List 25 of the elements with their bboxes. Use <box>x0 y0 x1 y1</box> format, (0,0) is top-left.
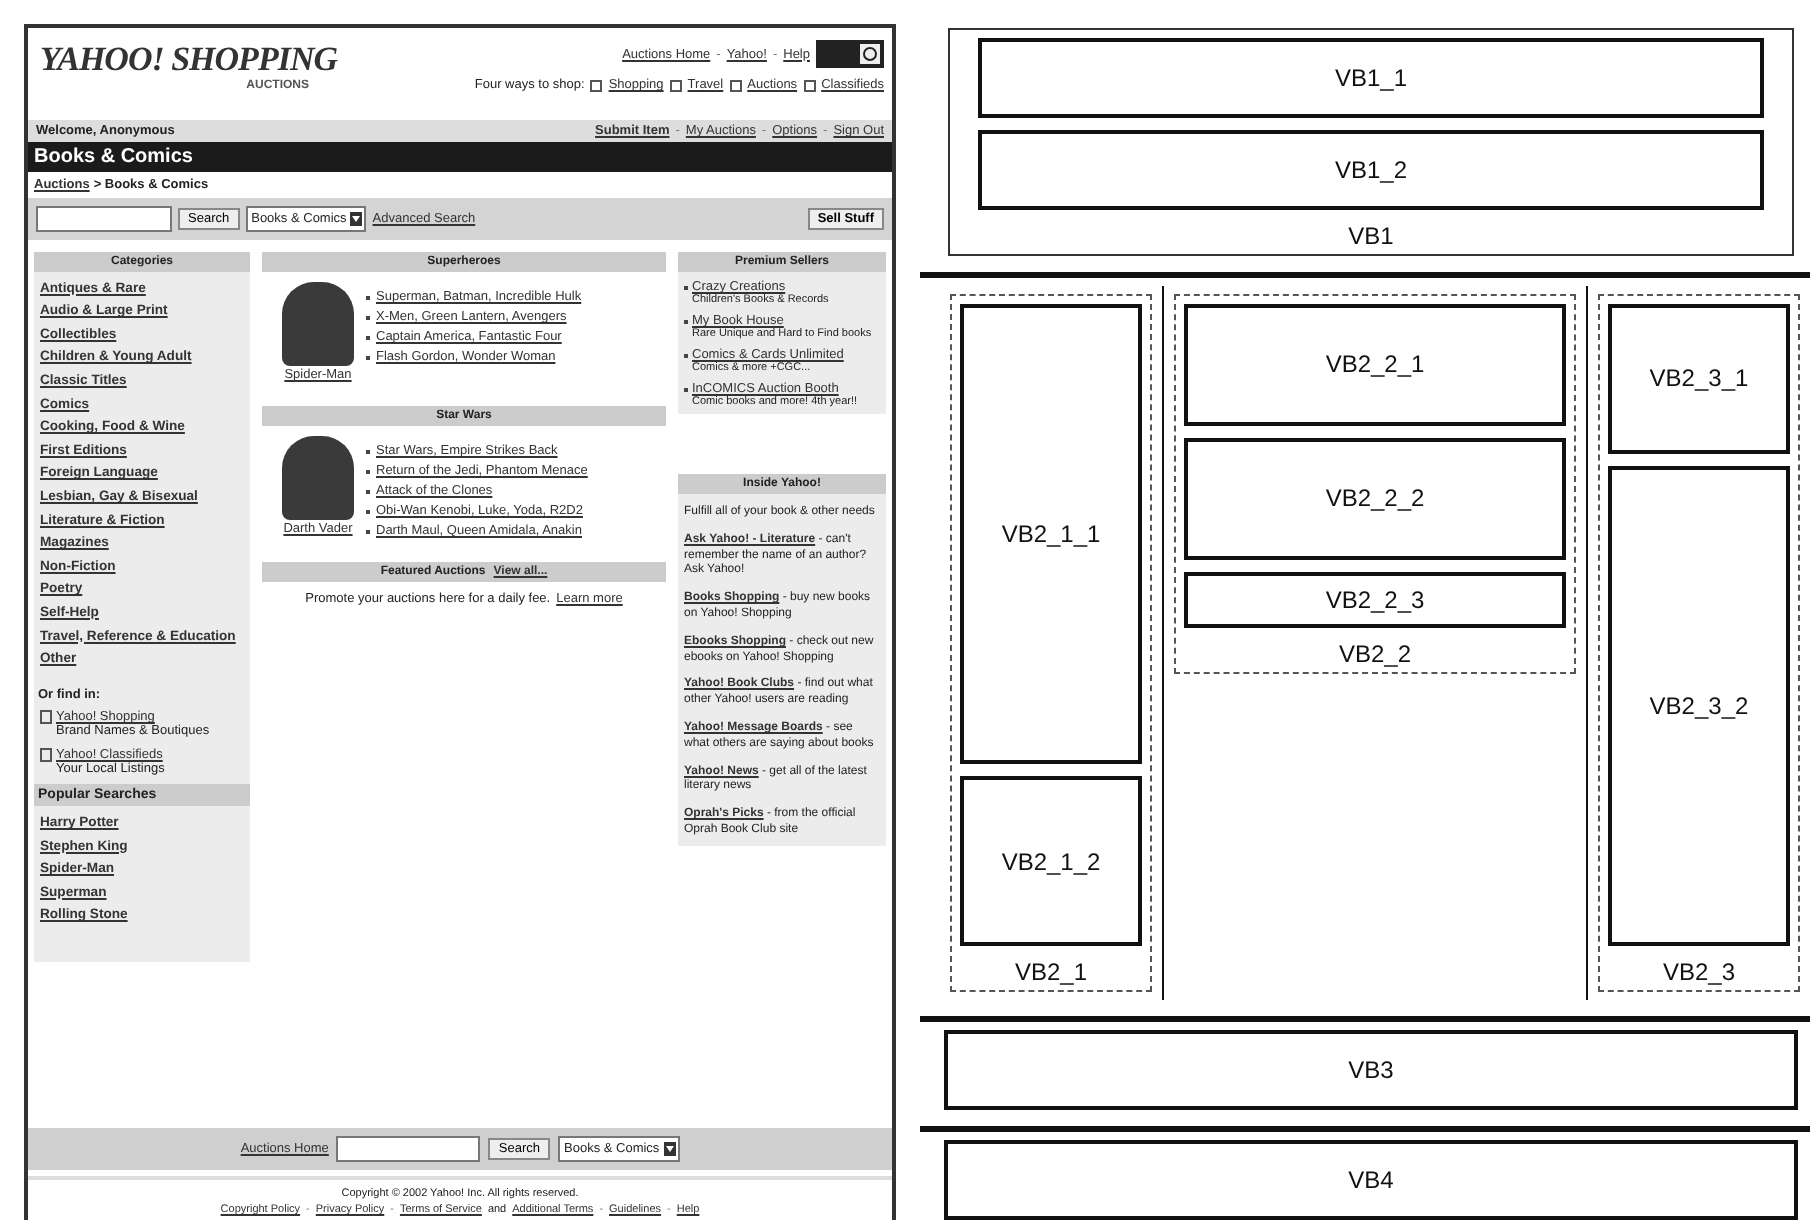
page-icon <box>40 710 52 725</box>
block-box: VB2_1_1 <box>960 303 1143 765</box>
block-label: VB2_2 <box>1336 639 1414 668</box>
dropdown-arrow-icon <box>663 1142 676 1156</box>
search-field[interactable] <box>336 1136 481 1162</box>
block-box: VB2_2_3 <box>1184 571 1566 628</box>
block-box: VB2_3_1 <box>1607 303 1791 454</box>
dropdown-arrow-icon <box>350 212 363 226</box>
photo-placeholder <box>282 436 354 520</box>
page-title: Books & Comics <box>28 142 892 172</box>
logo: YAHOO! SHOPPING <box>40 40 337 79</box>
block-label: VB2_1 <box>1013 958 1090 987</box>
block-box: VB4 <box>944 1139 1798 1220</box>
photo-placeholder <box>282 282 354 366</box>
block-box: VB1_2 <box>978 130 1764 210</box>
block-box: VB3 <box>944 1030 1798 1111</box>
block-box: VB1_1 <box>978 38 1764 118</box>
page-icon <box>40 747 52 762</box>
block-label: VB1 <box>1348 222 1394 250</box>
block-box: VB2_1_2 <box>960 776 1143 947</box>
block-label: VB2_3 <box>1660 958 1738 987</box>
block-box: VB2_3_2 <box>1607 465 1791 947</box>
block-box: VB2_2_2 <box>1184 437 1566 560</box>
search-field[interactable] <box>36 206 172 232</box>
block-box: VB2_2_1 <box>1184 303 1566 426</box>
